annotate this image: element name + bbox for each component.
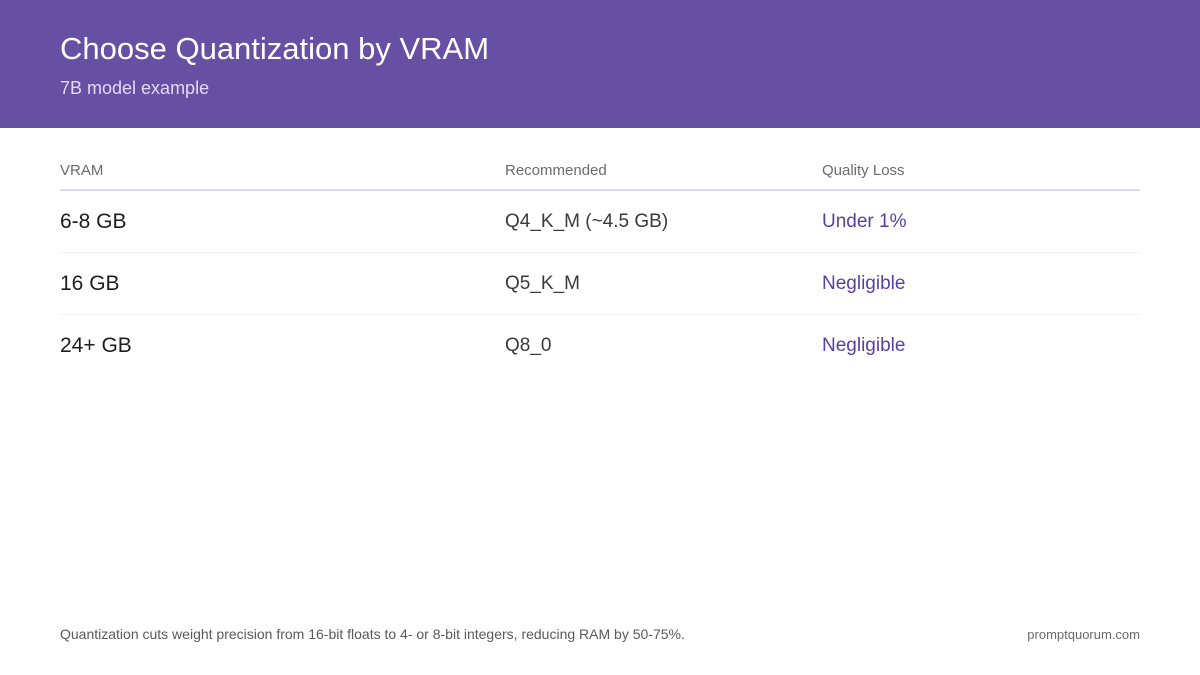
cell-recommended: Q8_0: [505, 335, 552, 356]
cell-recommended: Q4_K_M (~4.5 GB): [505, 211, 669, 232]
cell-vram: 16 GB: [60, 272, 120, 295]
slide: Choose Quantization by VRAM 7B model exa…: [0, 0, 1200, 675]
footer-site-label: promptquorum.com: [1027, 627, 1140, 642]
page-title: Choose Quantization by VRAM: [60, 31, 490, 66]
cell-recommended: Q5_K_M: [505, 273, 580, 294]
column-header-quality-loss: Quality Loss: [822, 162, 905, 179]
column-header-vram: VRAM: [60, 162, 104, 179]
table-row: 6-8 GB Q4_K_M (~4.5 GB) Under 1%: [60, 191, 1140, 253]
page-subtitle: 7B model example: [60, 78, 210, 98]
cell-vram: 24+ GB: [60, 334, 132, 357]
footer-note: Quantization cuts weight precision from …: [60, 626, 685, 642]
cell-quality-loss: Negligible: [822, 273, 906, 294]
table-row: 24+ GB Q8_0 Negligible: [60, 315, 1140, 377]
table-header: VRAM Recommended Quality Loss: [60, 154, 1140, 191]
cell-quality-loss: Negligible: [822, 335, 906, 356]
table-row: 16 GB Q5_K_M Negligible: [60, 253, 1140, 315]
column-header-recommended: Recommended: [505, 162, 607, 179]
cell-quality-loss: Under 1%: [822, 211, 907, 232]
quantization-table: VRAM Recommended Quality Loss 6-8 GB Q4_…: [60, 154, 1140, 377]
header-banner: Choose Quantization by VRAM 7B model exa…: [0, 0, 1200, 128]
cell-vram: 6-8 GB: [60, 210, 127, 233]
